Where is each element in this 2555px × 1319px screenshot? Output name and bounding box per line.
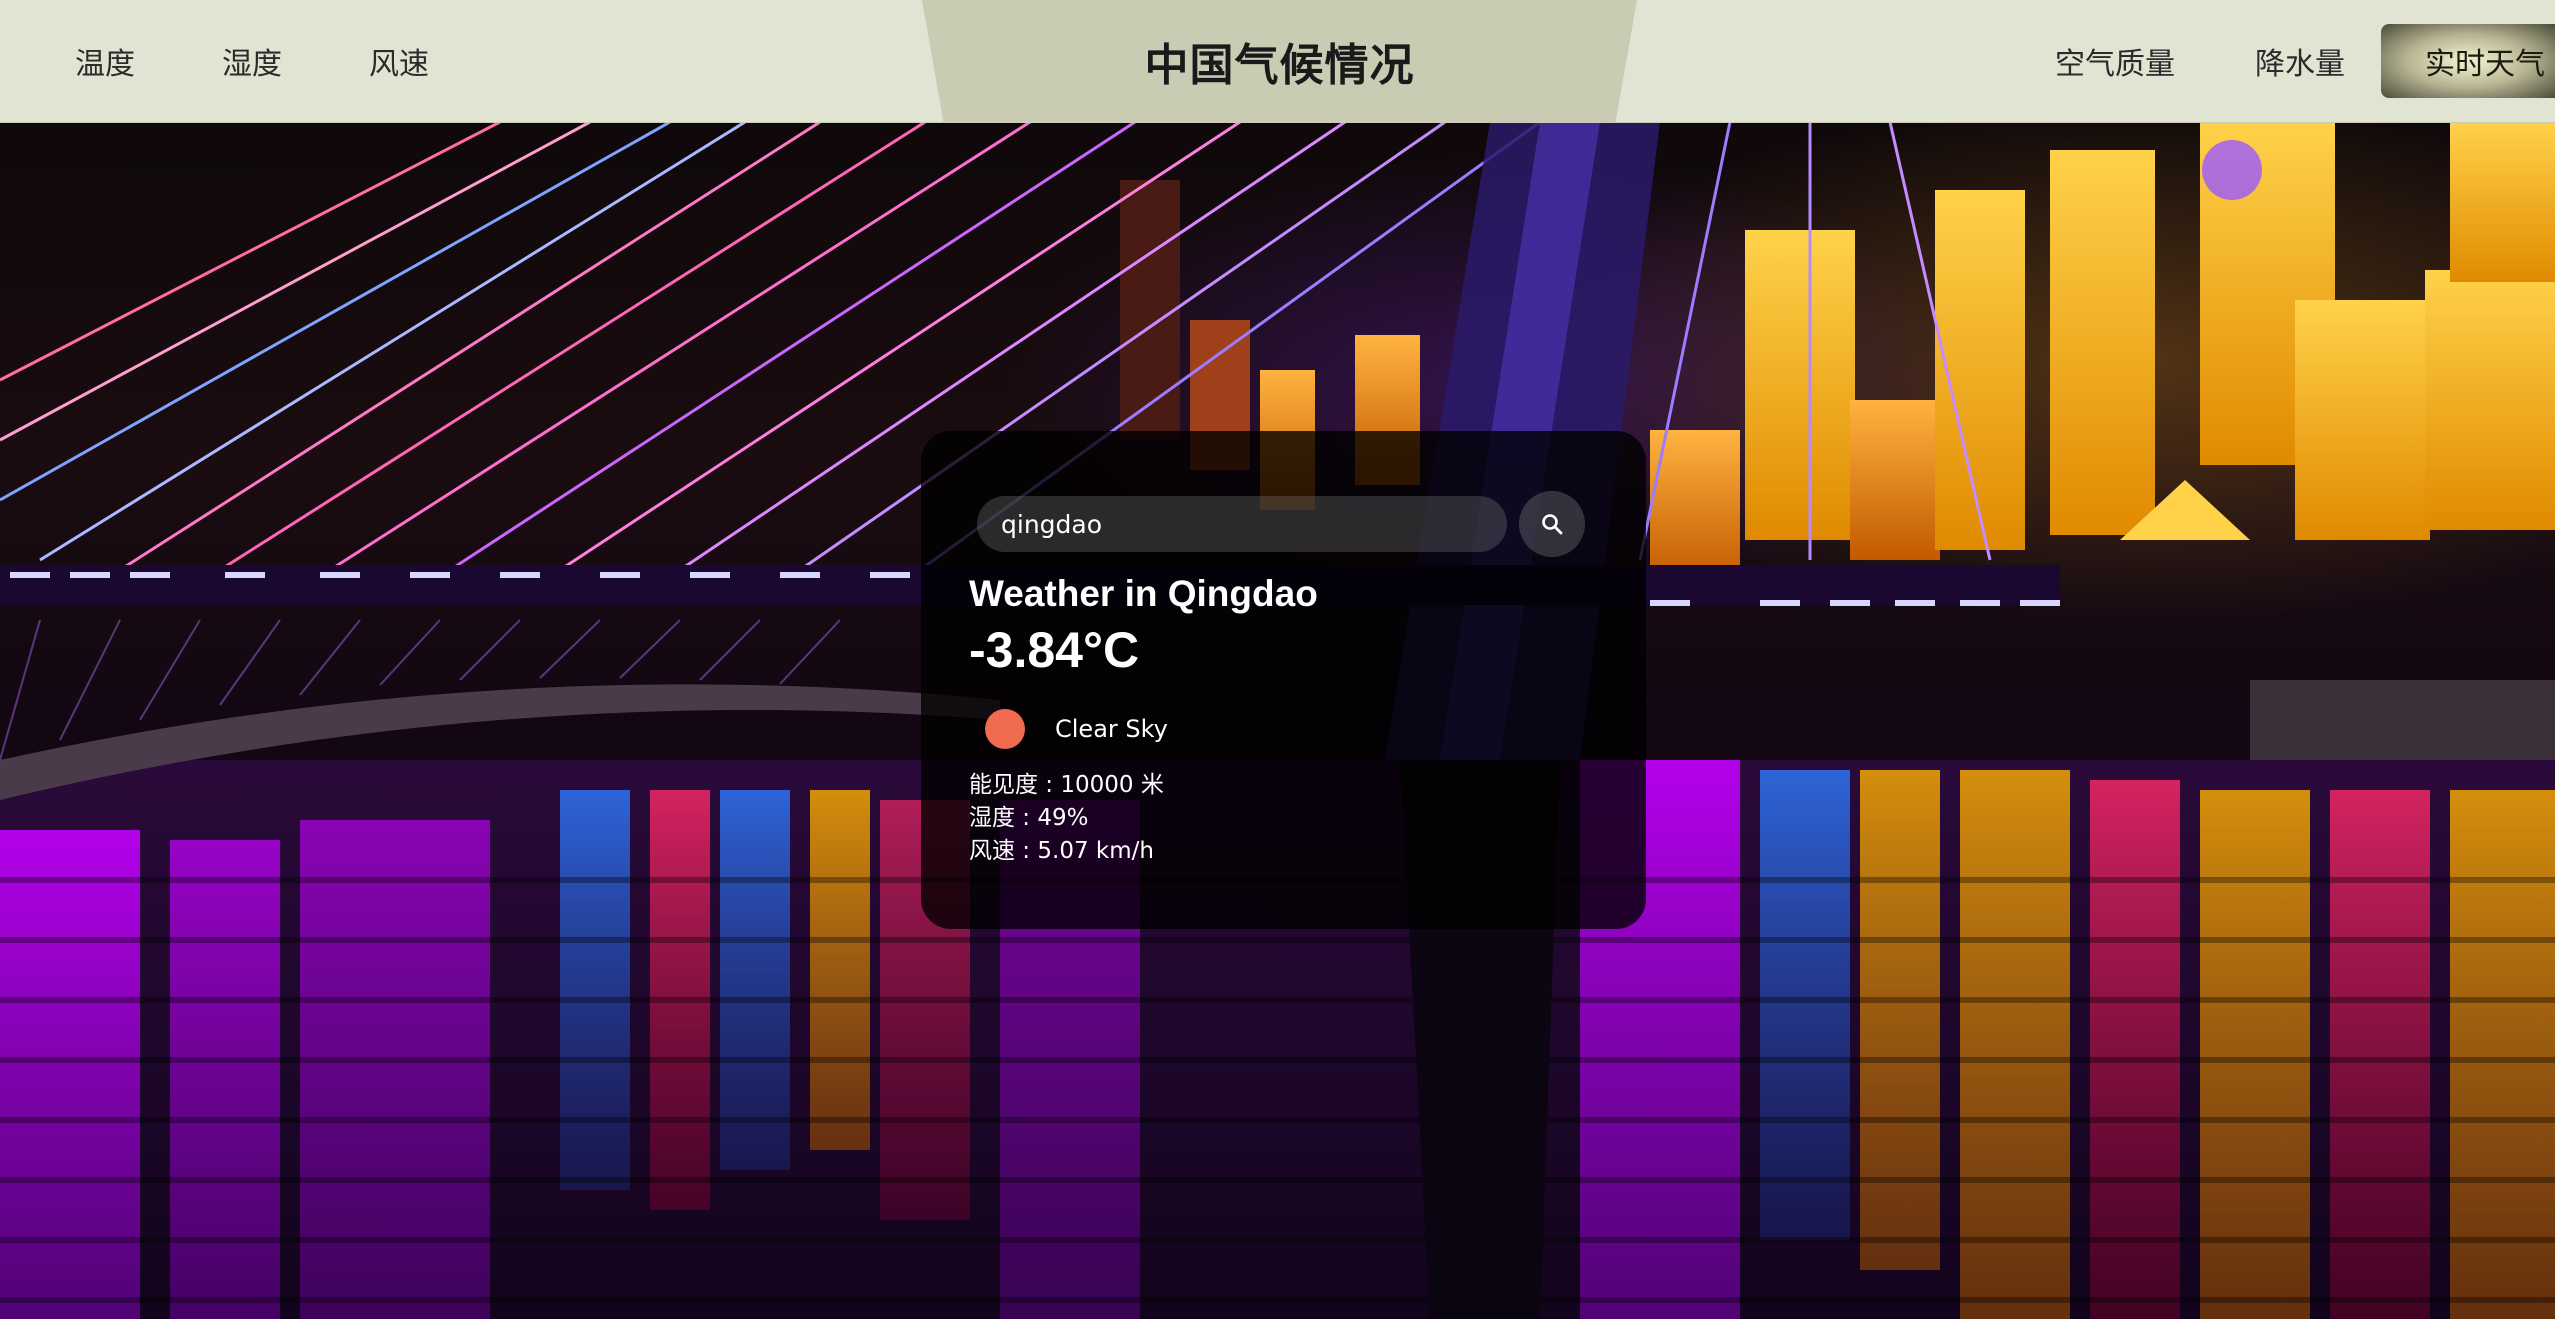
nav-link-precipitation[interactable]: 降水量 (2255, 39, 2345, 83)
wind-speed-text: 风速 : 5.07 km/h (969, 838, 1154, 864)
city-search-input[interactable] (977, 496, 1507, 552)
search-row (977, 491, 1598, 557)
weather-page: 温度 湿度 风速 中国气候情况 空气质量 降水量 实时天气 Weather in… (0, 0, 2555, 1319)
nav-right-group: 空气质量 降水量 实时天气 (2055, 0, 2555, 122)
nav-link-temperature[interactable]: 温度 (75, 39, 135, 83)
city-heading: Weather in Qingdao (969, 573, 1318, 614)
humidity-text: 湿度 : 49% (969, 805, 1089, 831)
search-icon (1542, 514, 1563, 535)
top-nav-bar: 温度 湿度 风速 中国气候情况 空气质量 降水量 实时天气 (0, 0, 2555, 123)
condition-row: Clear Sky (969, 709, 1598, 749)
nav-link-air-quality[interactable]: 空气质量 (2055, 39, 2175, 83)
clear-sky-icon (985, 709, 1025, 749)
visibility-text: 能见度 : 10000 米 (969, 772, 1164, 798)
nav-left-group: 温度 湿度 风速 (0, 0, 454, 122)
live-weather-button-label: 实时天气 (2425, 47, 2545, 82)
search-button[interactable] (1519, 491, 1585, 557)
page-title: 中国气候情况 (1144, 40, 1415, 91)
live-weather-button[interactable]: 实时天气 (2381, 24, 2555, 98)
nav-link-wind-speed[interactable]: 风速 (369, 39, 429, 83)
condition-text: Clear Sky (1055, 715, 1168, 743)
weather-details: 能见度 : 10000 米 湿度 : 49% 风速 : 5.07 km/h (969, 769, 1598, 868)
temperature-value: -3.84°C (969, 622, 1140, 678)
nav-link-humidity[interactable]: 湿度 (222, 39, 282, 83)
weather-card: Weather in Qingdao -3.84°C Clear Sky 能见度… (921, 431, 1646, 929)
